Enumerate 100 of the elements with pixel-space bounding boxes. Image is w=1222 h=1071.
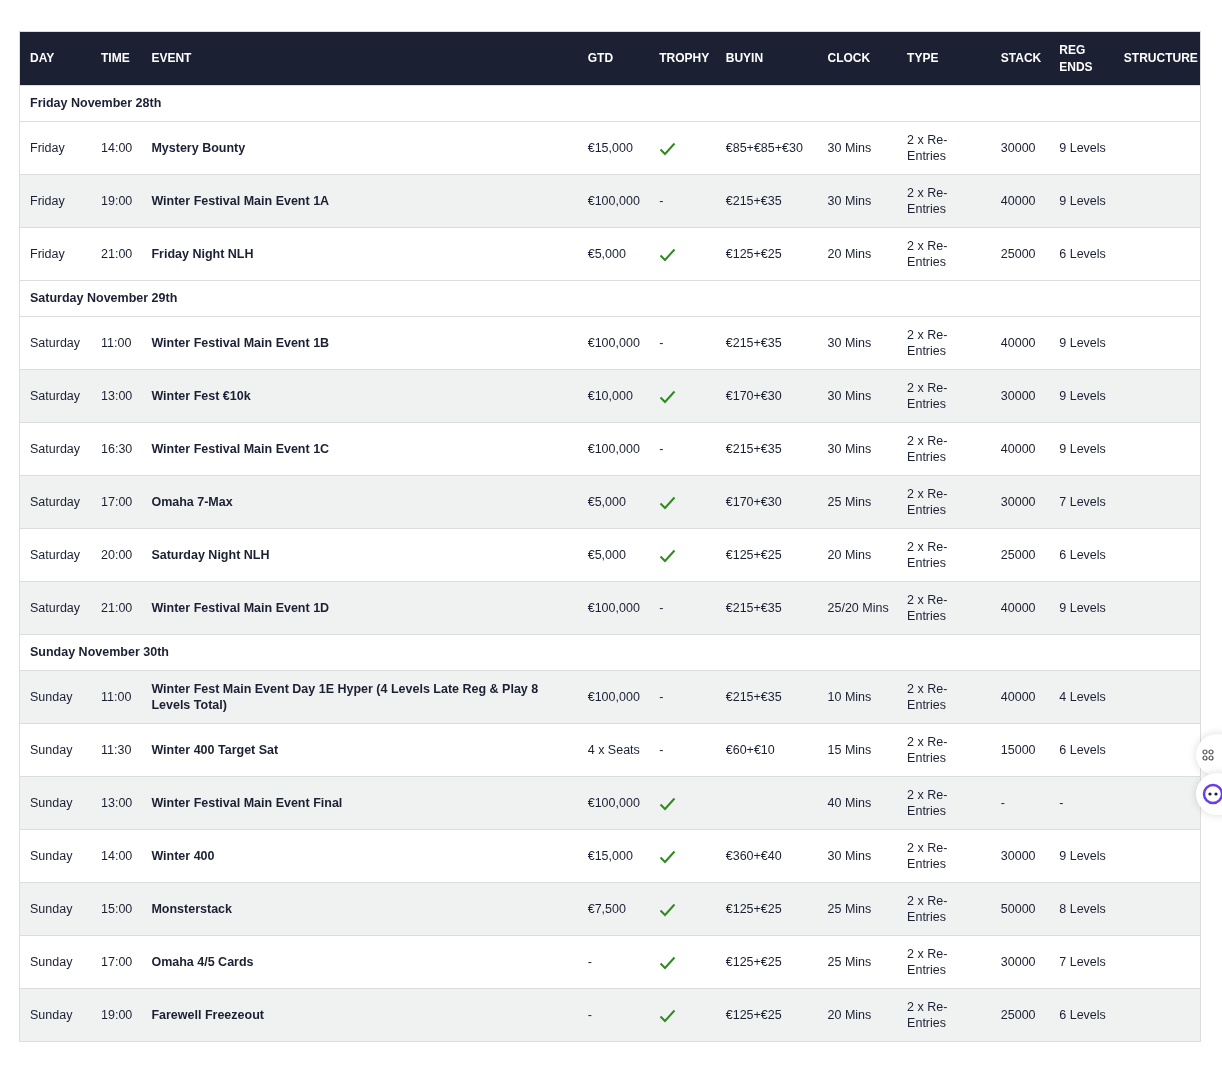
table-cell: 16:30 xyxy=(101,441,133,456)
table-cell: €215+€35 xyxy=(725,193,782,208)
column-header: STRUCTURE xyxy=(1121,31,1201,86)
table-cell: 17:00 xyxy=(101,954,133,969)
table-cell: 2 x Re-Entries xyxy=(907,893,948,924)
table-cell: Sunday xyxy=(30,795,73,810)
table-cell: 2 x Re-Entries xyxy=(907,946,948,977)
table-cell: 30 Mins xyxy=(827,848,872,863)
table-cell: 2 x Re-Entries xyxy=(907,592,948,623)
table-cell: €10,000 xyxy=(587,388,633,403)
table-cell: €360+€40 xyxy=(725,848,782,863)
table-cell: - xyxy=(659,689,664,704)
table-cell: €170+€30 xyxy=(725,494,782,509)
table-cell: €5,000 xyxy=(587,246,626,261)
column-header: REG ENDS xyxy=(1049,31,1122,86)
event-name: Omaha 7-Max xyxy=(151,494,233,509)
table-cell: 30000 xyxy=(1000,954,1036,969)
table-cell: 14:00 xyxy=(101,140,133,155)
table-cell: 9 Levels xyxy=(1059,848,1106,863)
table-cell: 2 x Re-Entries xyxy=(907,787,948,818)
event-name: Winter 400 Target Sat xyxy=(151,742,279,757)
table-cell: Friday xyxy=(30,140,65,155)
chat-bot-icon xyxy=(1202,783,1222,805)
table-cell: - xyxy=(659,193,664,208)
table-cell: 20:00 xyxy=(101,547,133,562)
table-cell: 40000 xyxy=(1000,335,1036,350)
table-cell: 30 Mins xyxy=(827,335,872,350)
table-cell: Saturday xyxy=(30,335,81,350)
table-cell: 20 Mins xyxy=(827,547,872,562)
table-cell: 25 Mins xyxy=(827,494,872,509)
table-cell: Sunday xyxy=(30,848,73,863)
table-cell: 9 Levels xyxy=(1059,335,1106,350)
table-cell: 30 Mins xyxy=(827,193,872,208)
column-header: GTD xyxy=(577,31,650,86)
table-cell: 40000 xyxy=(1000,193,1036,208)
table-cell: Saturday xyxy=(30,441,81,456)
table-cell: 2 x Re-Entries xyxy=(907,380,948,411)
table-cell: 9 Levels xyxy=(1059,388,1106,403)
event-name: Monsterstack xyxy=(151,901,232,916)
table-cell: 15 Mins xyxy=(827,742,872,757)
table-cell: 30000 xyxy=(1000,140,1036,155)
event-name: Winter Festival Main Event Final xyxy=(151,795,343,810)
table-cell: €100,000 xyxy=(587,795,640,810)
table-cell: €60+€10 xyxy=(725,742,775,757)
table-cell: Saturday xyxy=(30,494,81,509)
table-cell: 2 x Re-Entries xyxy=(907,999,948,1030)
table-cell: 30 Mins xyxy=(827,388,872,403)
table-cell: €215+€35 xyxy=(725,689,782,704)
event-name: Winter Fest Main Event Day 1E Hyper (4 Levels Late Reg & Play 8 Levels Total) xyxy=(151,681,539,712)
table-cell: - xyxy=(659,742,664,757)
table-cell: 11:00 xyxy=(101,689,132,704)
event-name: Mystery Bounty xyxy=(151,140,246,155)
table-cell: 2 x Re-Entries xyxy=(907,433,948,464)
table-cell: 6 Levels xyxy=(1059,742,1106,757)
table-cell: €125+€25 xyxy=(725,246,782,261)
table-cell: 9 Levels xyxy=(1059,441,1106,456)
table-cell: 13:00 xyxy=(101,388,133,403)
table-cell: 19:00 xyxy=(101,193,133,208)
table-cell: 2 x Re-Entries xyxy=(907,327,948,358)
table-cell: 4 x Seats xyxy=(587,742,640,757)
table-cell: €100,000 xyxy=(587,335,640,350)
table-cell: 9 Levels xyxy=(1059,600,1106,615)
table-cell: Friday xyxy=(30,246,65,261)
table-cell: 25000 xyxy=(1000,246,1036,261)
event-name: Friday Night NLH xyxy=(151,246,254,261)
table-cell: 6 Levels xyxy=(1059,246,1106,261)
table-cell: 2 x Re-Entries xyxy=(907,132,948,163)
table-cell: 30000 xyxy=(1000,848,1036,863)
table-cell: Saturday xyxy=(30,600,81,615)
table-cell: 30000 xyxy=(1000,388,1036,403)
table-cell: 7 Levels xyxy=(1059,494,1106,509)
table-cell: - xyxy=(659,600,664,615)
table-cell: €215+€35 xyxy=(725,335,782,350)
column-header: STACK xyxy=(990,31,1050,86)
column-header: BUYIN xyxy=(715,31,818,86)
table-cell: €5,000 xyxy=(587,494,626,509)
table-cell: 25000 xyxy=(1000,1007,1036,1022)
table-cell: €100,000 xyxy=(587,193,640,208)
table-cell: €7,500 xyxy=(587,901,626,916)
event-name: Winter Fest €10k xyxy=(151,388,251,403)
table-cell: Sunday xyxy=(30,901,73,916)
table-cell: 4 Levels xyxy=(1059,689,1106,704)
table-cell: 20 Mins xyxy=(827,246,872,261)
table-cell: €15,000 xyxy=(587,140,633,155)
table-cell: - xyxy=(659,335,664,350)
table-cell: 30 Mins xyxy=(827,140,872,155)
column-header: TROPHY xyxy=(649,31,716,86)
table-cell: 6 Levels xyxy=(1059,1007,1106,1022)
grid-icon xyxy=(1202,749,1214,761)
table-cell: - xyxy=(1000,795,1005,810)
table-cell: €100,000 xyxy=(587,600,640,615)
table-cell: 2 x Re-Entries xyxy=(907,840,948,871)
table-cell: 14:00 xyxy=(101,848,133,863)
table-cell: 2 x Re-Entries xyxy=(907,681,948,712)
table-cell: 2 x Re-Entries xyxy=(907,734,948,765)
table-cell: 25 Mins xyxy=(827,901,872,916)
table-cell: €5,000 xyxy=(587,547,626,562)
table-cell: 9 Levels xyxy=(1059,193,1106,208)
table-cell: €85+€85+€30 xyxy=(725,140,803,155)
table-cell: 19:00 xyxy=(101,1007,133,1022)
